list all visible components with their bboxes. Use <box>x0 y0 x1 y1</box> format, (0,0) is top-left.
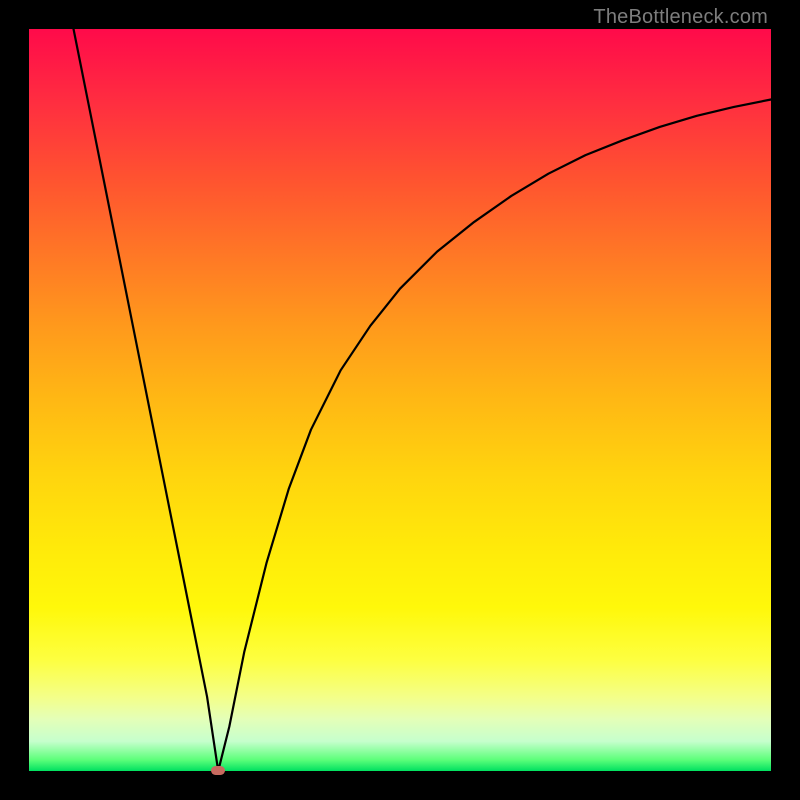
chart-plot-area <box>29 29 771 771</box>
watermark-text: TheBottleneck.com <box>593 6 768 29</box>
chart-frame: TheBottleneck.com <box>0 0 800 800</box>
bottleneck-curve <box>29 29 771 771</box>
optimal-point-marker <box>211 766 225 775</box>
